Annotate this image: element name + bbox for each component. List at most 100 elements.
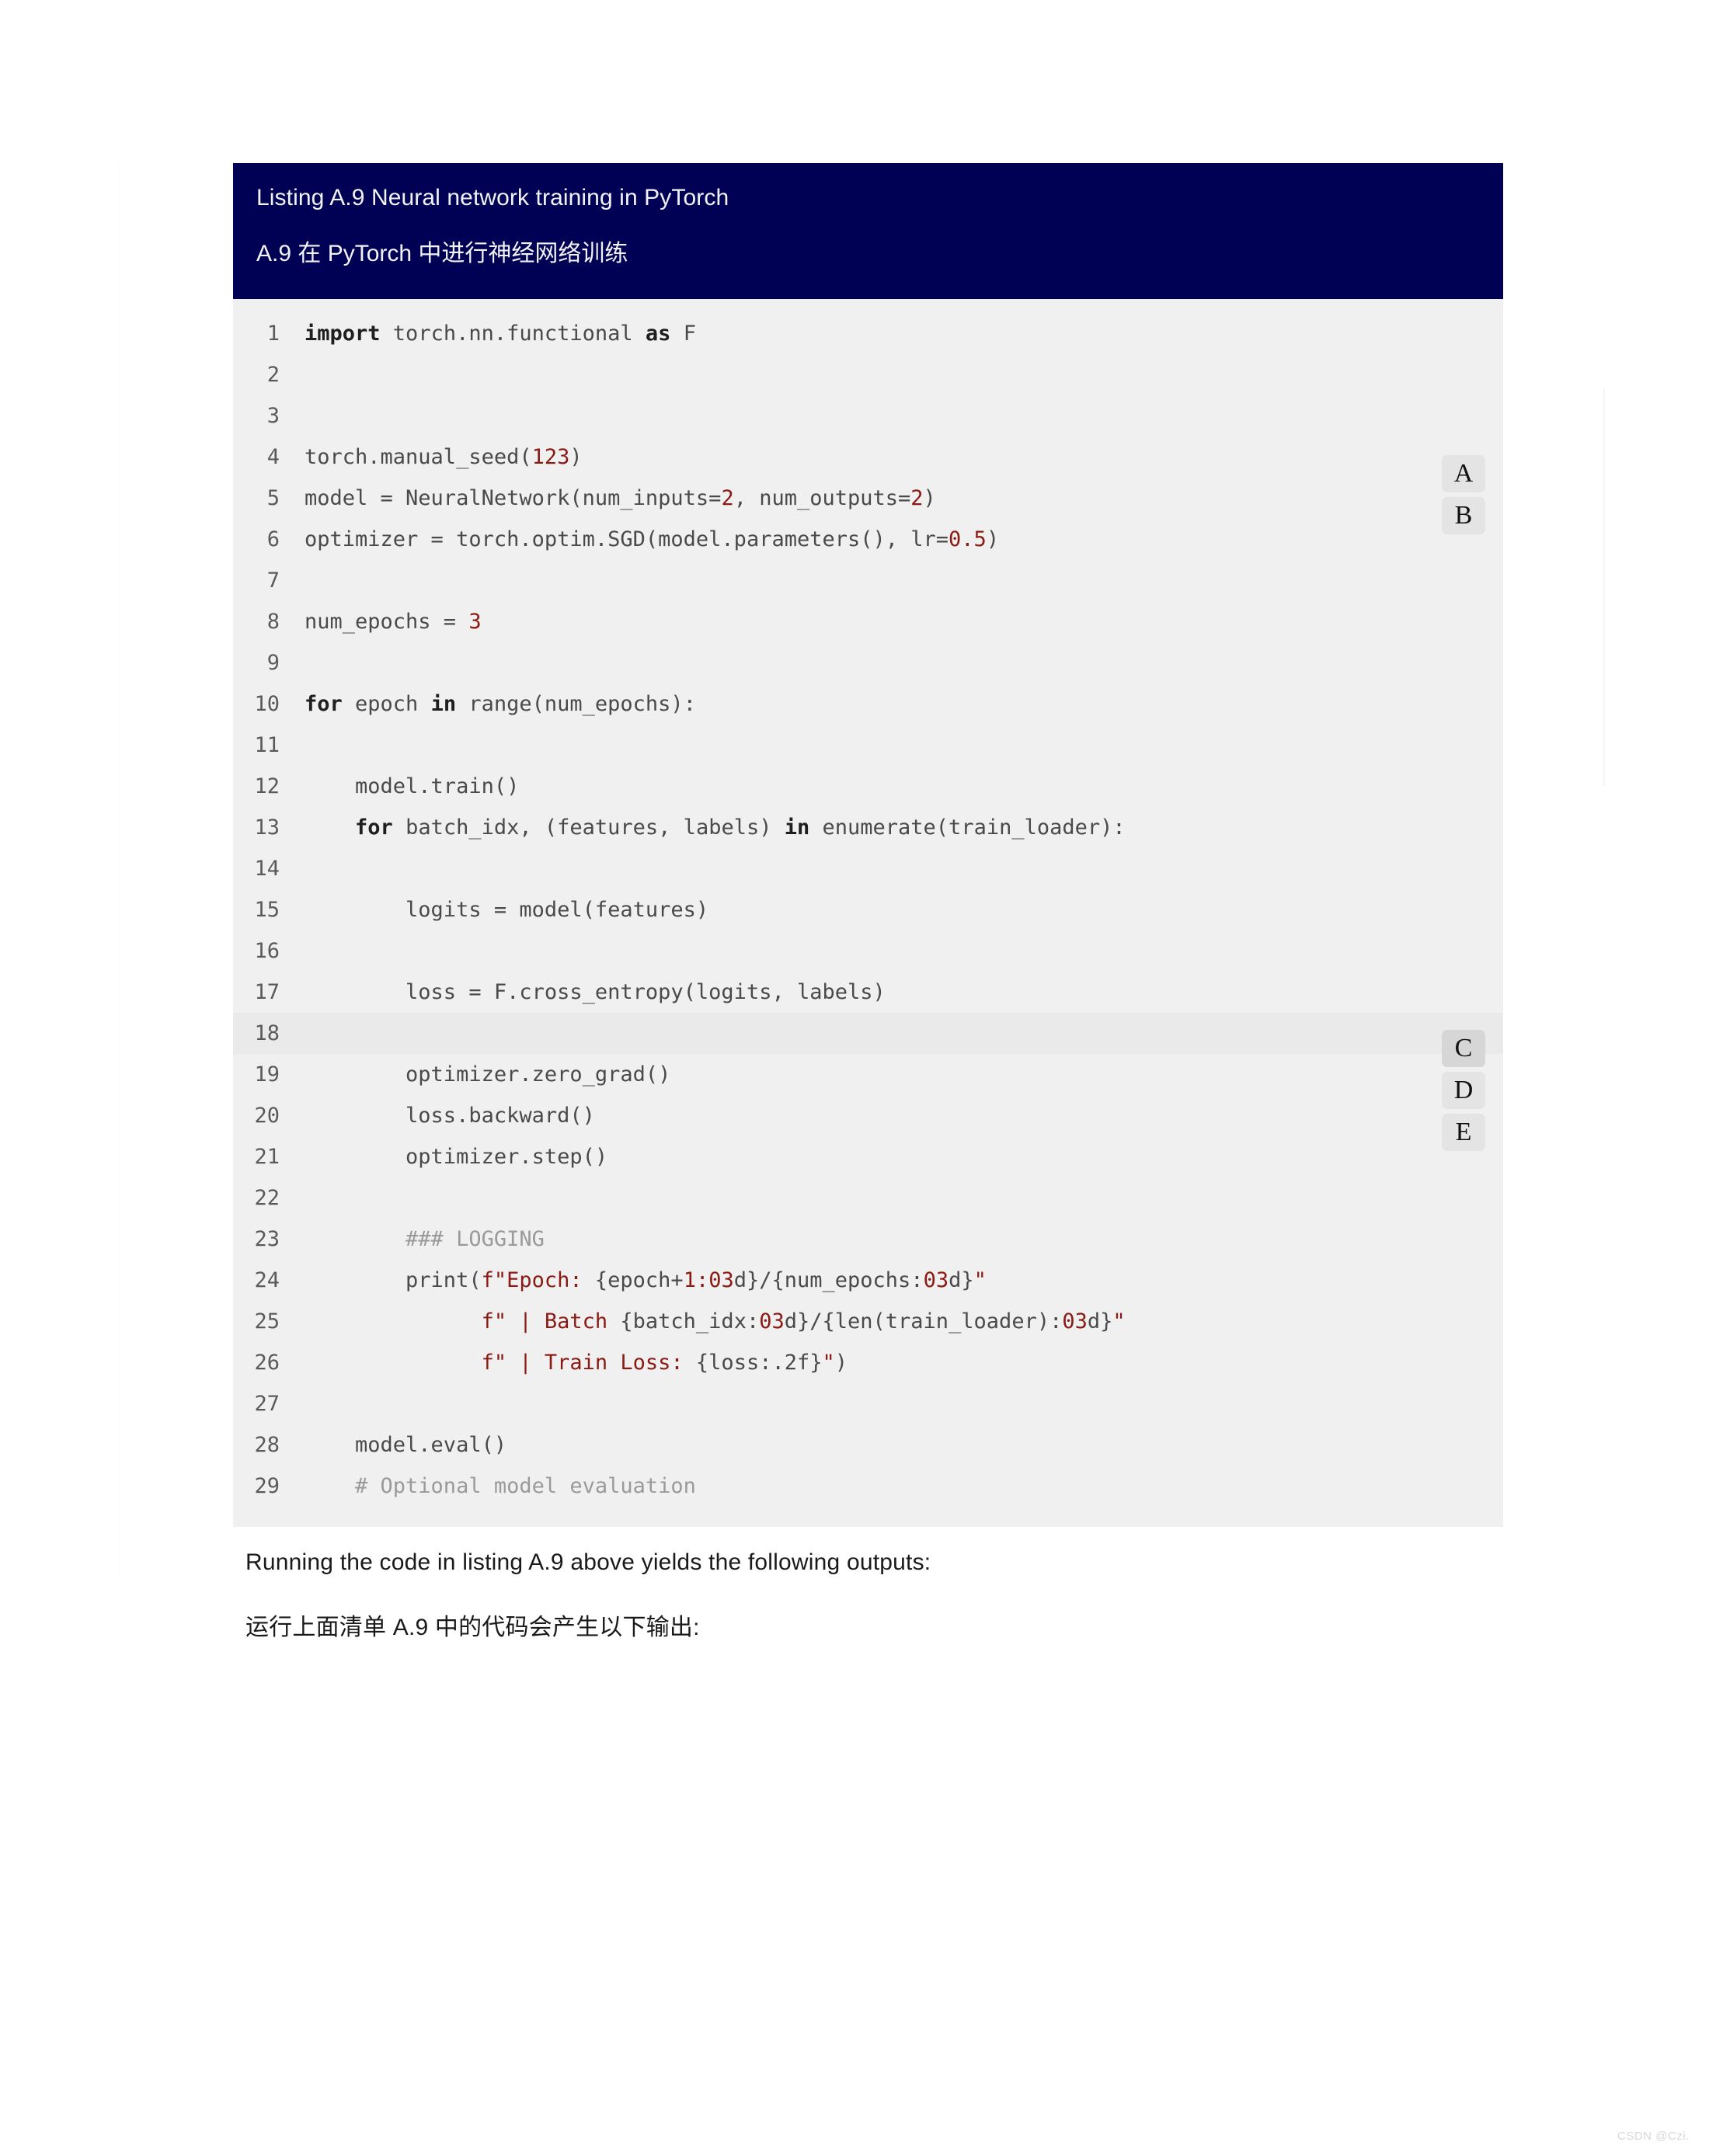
code-token: logits = model(features): [305, 898, 709, 922]
code-token: {loss:.2f}: [695, 1351, 823, 1375]
code-token: d}/{num_epochs:: [733, 1268, 924, 1292]
code-token: 1:03: [683, 1268, 734, 1292]
code-line: 9: [233, 642, 1503, 683]
code-line-text: loss = F.cross_entropy(logits, labels): [280, 972, 886, 1013]
body-paragraph-en: Running the code in listing A.9 above yi…: [245, 1549, 931, 1575]
code-token: optimizer = torch.optim.SGD(model.parame…: [305, 527, 949, 551]
annotation-marker-a[interactable]: A: [1442, 455, 1485, 492]
annotation-marker-e[interactable]: E: [1442, 1114, 1485, 1151]
line-number: 25: [254, 1309, 280, 1334]
code-line-text: for batch_idx, (features, labels) in enu…: [280, 807, 1126, 848]
line-number: 19: [254, 1062, 280, 1087]
line-number: 7: [266, 569, 280, 593]
annotation-marker-c[interactable]: C: [1442, 1030, 1485, 1067]
code-line-text: f" | Train Loss: {loss:.2f}"): [280, 1342, 848, 1383]
code-line: 22: [233, 1177, 1503, 1219]
code-token: d}: [949, 1268, 974, 1292]
code-line: 13 for batch_idx, (features, labels) in …: [233, 807, 1503, 848]
line-number: 13: [254, 815, 280, 840]
line-number: 12: [254, 774, 280, 798]
code-token: F: [670, 322, 696, 346]
code-line: 27: [233, 1383, 1503, 1424]
code-token: ": [973, 1268, 987, 1292]
code-line-text: loss.backward(): [280, 1095, 595, 1136]
code-line: 29 # Optional model evaluation: [233, 1466, 1503, 1507]
code-line-text: model.train(): [280, 766, 519, 807]
code-token: ): [923, 486, 936, 510]
code-line: 5 model = NeuralNetwork(num_inputs=2, num…: [233, 478, 1503, 519]
code-line-text: model = NeuralNetwork(num_inputs=2, num_…: [280, 478, 936, 519]
line-number: 5: [266, 486, 280, 510]
code-line: 16: [233, 930, 1503, 972]
code-area[interactable]: 1 import torch.nn.functional as F 2 3 4 torch…: [233, 299, 1503, 1527]
line-number: 8: [266, 610, 280, 634]
code-line-text: logits = model(features): [280, 889, 708, 930]
code-line-text: model.eval(): [280, 1424, 506, 1466]
code-line: 26 f" | Train Loss: {loss:.2f}"): [233, 1342, 1503, 1383]
code-line: 24 print(f"Epoch: {epoch+1:03d}/{num_epo…: [233, 1260, 1503, 1301]
code-line-text: torch.manual_seed(123): [280, 436, 583, 478]
code-token: f" | Train Loss:: [481, 1351, 696, 1375]
code-line: 1 import torch.nn.functional as F: [233, 313, 1503, 354]
code-token: 0.5: [949, 527, 987, 551]
code-token: 2: [721, 486, 734, 510]
code-token: in: [430, 692, 457, 716]
code-token: # Optional model evaluation: [305, 1474, 696, 1498]
code-line: 8 num_epochs = 3: [233, 601, 1503, 642]
code-line: 11: [233, 725, 1503, 766]
code-token: batch_idx, (features, labels): [392, 815, 785, 840]
code-line-text: # Optional model evaluation: [280, 1466, 696, 1507]
code-token: epoch: [342, 692, 431, 716]
code-token: for: [355, 815, 393, 840]
code-token: num_epochs =: [305, 610, 469, 634]
annotation-marker-b[interactable]: B: [1442, 497, 1485, 534]
code-line-text: ### LOGGING: [280, 1219, 545, 1260]
code-line: 18: [233, 1013, 1503, 1054]
line-number: 10: [254, 692, 280, 716]
code-listing-block: Listing A.9 Neural network training in P…: [233, 163, 1503, 1527]
line-number: 27: [254, 1392, 280, 1416]
line-number: 4: [266, 445, 280, 469]
scrollbar-track[interactable]: [1603, 388, 1605, 786]
body-paragraph-zh: 运行上面清单 A.9 中的代码会产生以下输出:: [245, 1615, 700, 1640]
line-number: 16: [254, 939, 280, 963]
code-token: loss = F.cross_entropy(logits, labels): [305, 980, 886, 1004]
code-token: ": [1112, 1309, 1126, 1334]
code-line-text: f" | Batch {batch_idx:03d}/{len(train_lo…: [280, 1301, 1126, 1342]
line-number: 14: [254, 857, 280, 881]
code-line: 28 model.eval(): [233, 1424, 1503, 1466]
watermark: CSDN @Czi.: [1617, 2130, 1690, 2143]
code-line: 4 torch.manual_seed(123): [233, 436, 1503, 478]
line-number: 20: [254, 1104, 280, 1128]
line-number: 17: [254, 980, 280, 1004]
code-line-text: import torch.nn.functional as F: [280, 313, 696, 354]
line-number: 3: [266, 404, 280, 428]
code-line: 17 loss = F.cross_entropy(logits, labels…: [233, 972, 1503, 1013]
code-token: import: [305, 322, 381, 346]
line-number: 29: [254, 1474, 280, 1498]
line-number: 15: [254, 898, 280, 922]
line-number: 24: [254, 1268, 280, 1292]
code-token: 03: [759, 1309, 785, 1334]
listing-header: Listing A.9 Neural network training in P…: [233, 163, 1503, 299]
code-token: model = NeuralNetwork(num_inputs=: [305, 486, 722, 510]
code-token: model.eval(): [305, 1433, 507, 1457]
code-line: 2: [233, 354, 1503, 395]
code-token: ): [986, 527, 1000, 551]
line-number: 9: [266, 651, 280, 675]
code-line-text: optimizer = torch.optim.SGD(model.parame…: [280, 519, 999, 560]
code-line-text: num_epochs = 3: [280, 601, 482, 642]
code-token: as: [645, 322, 671, 346]
code-token: 3: [468, 610, 482, 634]
code-token: 123: [531, 445, 570, 469]
code-line: 6 optimizer = torch.optim.SGD(model.param…: [233, 519, 1503, 560]
code-token: 2: [910, 486, 924, 510]
line-number: 26: [254, 1351, 280, 1375]
code-token: d}: [1087, 1309, 1113, 1334]
code-token: 03: [923, 1268, 949, 1292]
code-token: ### LOGGING: [305, 1227, 545, 1251]
annotation-marker-d[interactable]: D: [1442, 1072, 1485, 1109]
line-number: 21: [254, 1145, 280, 1169]
